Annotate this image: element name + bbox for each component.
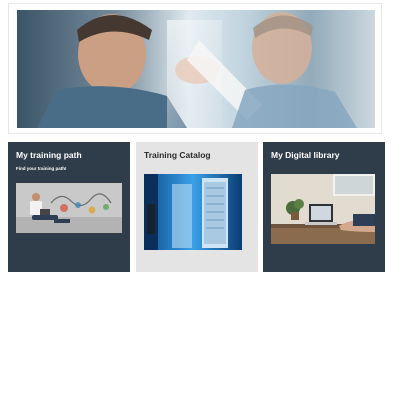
- tile-training-catalog[interactable]: Training Catalog: [136, 142, 258, 272]
- hero-banner-image: [17, 10, 375, 128]
- tile-title: My Digital library: [271, 150, 340, 160]
- digital-library-image: [271, 174, 375, 244]
- tile-my-digital-library[interactable]: My Digital library: [263, 142, 385, 272]
- tile-my-training-path[interactable]: My training path Find your training path…: [8, 142, 130, 272]
- portal-page: My training path Find your training path…: [0, 0, 400, 400]
- tile-subtitle: Find your training path!: [16, 166, 67, 171]
- hero-banner: [8, 3, 382, 134]
- training-path-image: [16, 183, 122, 233]
- tile-title: My training path: [16, 150, 82, 160]
- training-catalog-image: [144, 174, 242, 250]
- tile-title: Training Catalog: [144, 150, 211, 160]
